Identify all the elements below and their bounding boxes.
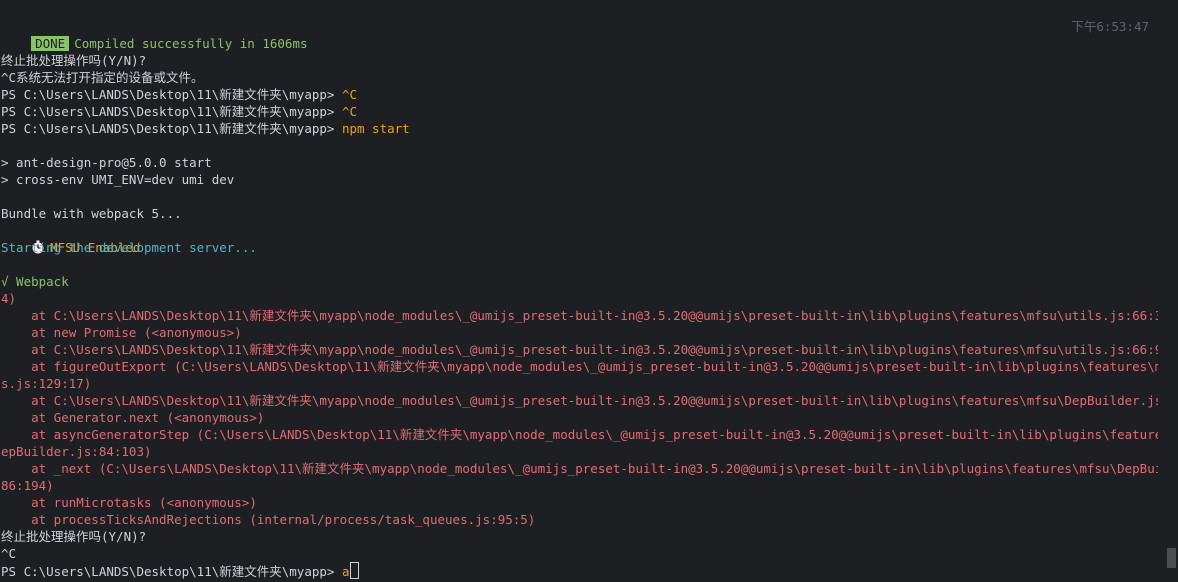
prompt-command: ^C bbox=[341, 87, 358, 102]
text-cursor bbox=[350, 562, 360, 579]
prompt-line: PS C:\Users\LANDS\Desktop\11\新建文件夹\myapp… bbox=[1, 103, 357, 120]
done-badge: DONE bbox=[31, 36, 70, 51]
prompt-line: PS C:\Users\LANDS\Desktop\11\新建文件夹\myapp… bbox=[1, 120, 410, 137]
prompt-path: PS C:\Users\LANDS\Desktop\11\新建文件夹\myapp… bbox=[1, 87, 342, 102]
terminal-line: ^C系统无法打开指定的设备或文件。 bbox=[1, 70, 204, 85]
error-line: at figureOutExport (C:\Users\LANDS\Deskt… bbox=[1, 359, 1158, 374]
error-line: at C:\Users\LANDS\Desktop\11\新建文件夹\myapp… bbox=[1, 393, 1158, 408]
error-line: at new Promise (<anonymous>) bbox=[1, 325, 242, 340]
error-line: at runMicrotasks (<anonymous>) bbox=[1, 495, 257, 510]
error-line: at Generator.next (<anonymous>) bbox=[1, 410, 265, 425]
terminal-line: 终止批处理操作吗(Y/N)? bbox=[1, 53, 147, 68]
prompt-command: npm start bbox=[341, 121, 410, 136]
vertical-scrollbar[interactable] bbox=[1164, 0, 1178, 582]
webpack-status-line: √ Webpack bbox=[1, 274, 69, 289]
error-line: at asyncGeneratorStep (C:\Users\LANDS\De… bbox=[1, 427, 1158, 442]
active-prompt-line[interactable]: PS C:\Users\LANDS\Desktop\11\新建文件夹\myapp… bbox=[1, 562, 360, 579]
error-line: 4) bbox=[1, 291, 17, 306]
prompt-path: PS C:\Users\LANDS\Desktop\11\新建文件夹\myapp… bbox=[1, 564, 342, 579]
prompt-line: PS C:\Users\LANDS\Desktop\11\新建文件夹\myapp… bbox=[1, 86, 357, 103]
terminal-line: Bundle with webpack 5... bbox=[1, 206, 182, 221]
terminal-line: Starting the development server... bbox=[1, 240, 257, 255]
error-line: at _next (C:\Users\LANDS\Desktop\11\新建文件… bbox=[1, 461, 1158, 476]
scrollbar-thumb[interactable] bbox=[1167, 548, 1176, 568]
terminal-output[interactable]: DONE Compiled successfully in 1606ms 终止批处… bbox=[0, 0, 1158, 582]
prompt-path: PS C:\Users\LANDS\Desktop\11\新建文件夹\myapp… bbox=[1, 104, 342, 119]
error-line: at C:\Users\LANDS\Desktop\11\新建文件夹\myapp… bbox=[1, 342, 1158, 357]
terminal-line: > cross-env UMI_ENV=dev umi dev bbox=[1, 172, 235, 187]
terminal-line: > ant-design-pro@5.0.0 start bbox=[1, 155, 212, 170]
compiled-message: Compiled successfully in 1606ms bbox=[74, 36, 308, 51]
error-line: at C:\Users\LANDS\Desktop\11\新建文件夹\myapp… bbox=[1, 308, 1158, 323]
timestamp: 下午6:53:47 bbox=[1071, 19, 1149, 34]
terminal-line: ^C bbox=[1, 546, 17, 561]
terminal-line: 终止批处理操作吗(Y/N)? bbox=[1, 529, 147, 544]
prompt-path: PS C:\Users\LANDS\Desktop\11\新建文件夹\myapp… bbox=[1, 121, 342, 136]
mfsu-line: MFSU Enabled bbox=[1, 222, 140, 255]
error-line: epBuilder.js:84:103) bbox=[1, 444, 152, 459]
error-line: 86:194) bbox=[1, 478, 54, 493]
prompt-input-text[interactable]: a bbox=[342, 564, 350, 579]
prompt-command: ^C bbox=[341, 104, 358, 119]
compile-status-line: DONE Compiled successfully in 1606ms bbox=[1, 18, 308, 51]
error-line: at processTicksAndRejections (internal/p… bbox=[1, 512, 536, 527]
error-line: s.js:129:17) bbox=[1, 376, 92, 391]
